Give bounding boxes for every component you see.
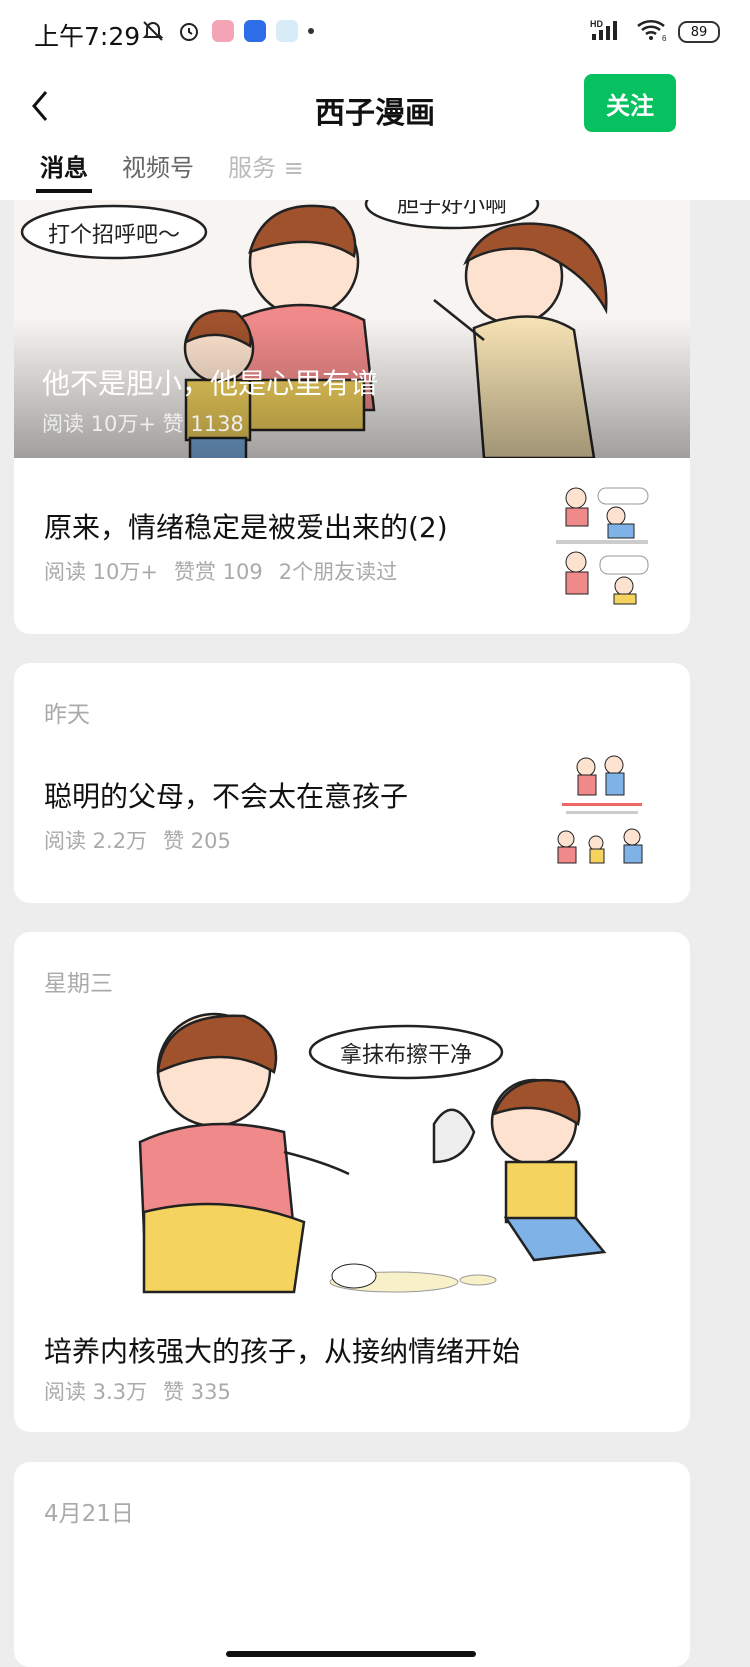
article-card-apr21: 4月21日: [14, 1462, 690, 1667]
read-count: 阅读 2.2万: [44, 829, 148, 853]
tab-channels[interactable]: 视频号: [122, 148, 194, 183]
tab-messages[interactable]: 消息: [36, 148, 92, 193]
account-header: 西子漫画 关注 消息 视频号 服务 ≡: [0, 70, 750, 200]
read-count: 阅读 10万+: [44, 560, 158, 584]
date-label: 昨天: [44, 702, 90, 728]
date-label: 星期三: [44, 971, 113, 997]
bubble-text: 胆子好小啊: [397, 200, 507, 218]
status-icons-left: [140, 18, 314, 44]
bubble-text: 打个招呼吧～: [48, 223, 180, 248]
reward-count: 赞赏 109: [174, 560, 263, 584]
article-title: 培养内核强大的孩子，从接纳情绪开始: [44, 1335, 521, 1368]
hero-article[interactable]: 打个招呼吧～ 胆子好小啊 他不是胆小，他是心里有谱 阅读 10万+ 赞 1138: [14, 200, 690, 458]
hero-article-title: 他不是胆小，他是心里有谱: [42, 367, 379, 400]
article-illustration: 拿抹布擦干净: [134, 1012, 644, 1312]
more-dot-icon: [308, 28, 314, 34]
tab-services[interactable]: 服务 ≡: [228, 148, 304, 183]
article-thumbnail: [552, 751, 652, 875]
app-notification-icon: [212, 20, 234, 42]
network-label: HD: [590, 19, 603, 29]
article-card-latest: 打个招呼吧～ 胆子好小啊 他不是胆小，他是心里有谱 阅读 10万+ 赞 1138…: [14, 200, 690, 634]
article-title: 聪明的父母，不会太在意孩子: [44, 780, 409, 813]
status-bar: 上午7:29 HD 6 89: [0, 0, 750, 70]
follow-button[interactable]: 关注: [584, 74, 676, 132]
bubble-text: 拿抹布擦干净: [340, 1042, 472, 1068]
status-icons-right: HD 6 89: [590, 18, 720, 46]
article-card-wednesday: 星期三 拿抹布擦干净 培养内核强大的孩子，从接纳情绪开始 阅读 3.3万 赞 3…: [14, 932, 690, 1432]
article-card-yesterday: 昨天 聪明的父母，不会太在意孩子 阅读 2.2万赞 205: [14, 663, 690, 903]
app-notification-icon: [276, 20, 298, 42]
like-count: 赞 205: [163, 829, 231, 853]
article-thumbnail: [552, 482, 652, 606]
like-count: 赞 335: [163, 1380, 231, 1404]
date-label: 4月21日: [44, 1501, 134, 1527]
tab-bar: 消息 视频号 服务 ≡: [36, 148, 304, 193]
app-notification-icon: [244, 20, 266, 42]
article-title: 原来，情绪稳定是被爱出来的(2): [44, 511, 448, 544]
wifi-label: 6: [662, 34, 667, 42]
article-meta: 阅读 2.2万赞 205: [44, 825, 247, 855]
battery-indicator: 89: [678, 21, 720, 43]
home-indicator[interactable]: [226, 1651, 476, 1657]
read-count: 阅读 3.3万: [44, 1380, 148, 1404]
article-meta: 阅读 3.3万赞 335: [44, 1376, 247, 1406]
article-meta: 阅读 10万+ 赞赏 109 2个朋友读过: [44, 556, 413, 586]
friends-read: 2个朋友读过: [278, 560, 398, 584]
mute-icon: [140, 18, 166, 44]
alarm-icon: [176, 18, 202, 44]
status-time: 上午7:29: [34, 22, 141, 51]
signal-icon: HD: [590, 18, 626, 46]
hero-article-meta: 阅读 10万+ 赞 1138: [42, 412, 244, 436]
wifi-icon: 6: [636, 18, 668, 46]
